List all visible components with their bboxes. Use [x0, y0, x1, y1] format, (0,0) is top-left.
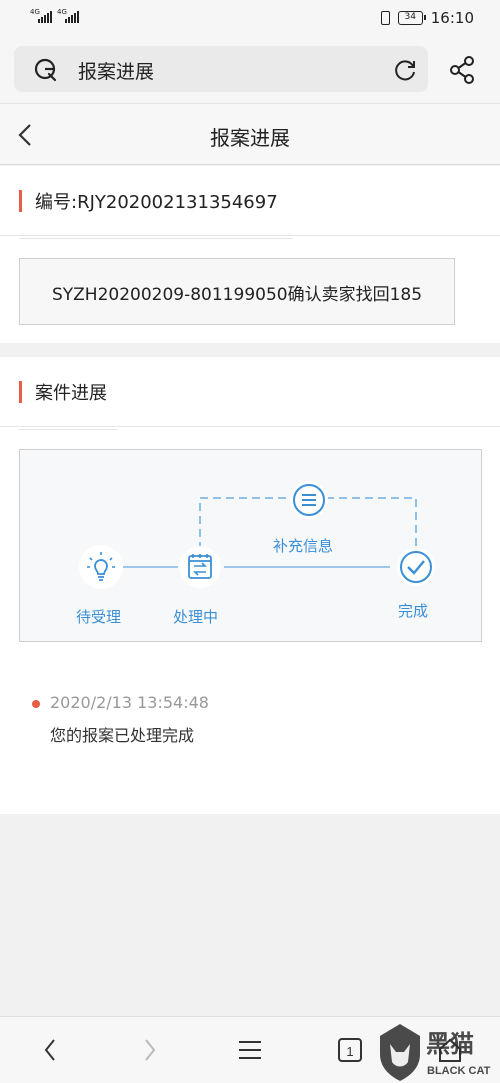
- timeline-time: 2020/2/13 13:54:48: [50, 693, 209, 712]
- case-info-card: 编号:RJY202002131354697 SYZH20200209-80119…: [0, 166, 500, 343]
- page-title: 报案进展: [210, 126, 290, 150]
- vibrate-icon: [380, 11, 390, 25]
- section-accent-bar: [19, 381, 22, 403]
- address-text[interactable]: 报案进展: [78, 57, 154, 84]
- check-icon: [397, 548, 435, 586]
- progress-flow-diagram: 待受理 处理中 补充信息 完成: [19, 449, 482, 642]
- refresh-icon[interactable]: [392, 57, 418, 83]
- menu-icon[interactable]: [236, 1035, 264, 1065]
- tabs-icon[interactable]: 1: [336, 1035, 364, 1065]
- clock: 16:10: [430, 9, 474, 27]
- timeline-message: 您的报案已处理完成: [50, 726, 195, 745]
- svg-text:BLACK CAT: BLACK CAT: [427, 1065, 491, 1077]
- case-number: 编号:RJY202002131354697: [35, 192, 278, 213]
- step-label-supplement: 补充信息: [273, 537, 334, 555]
- signal-bars-1-icon: [38, 11, 52, 23]
- battery-icon: 34: [397, 11, 426, 25]
- step-label-complete: 完成: [398, 602, 429, 620]
- back-nav-icon[interactable]: [40, 1035, 62, 1065]
- share-icon[interactable]: [449, 56, 477, 84]
- progress-header: 案件进展: [0, 357, 500, 427]
- case-description: SYZH20200209-801199050确认卖家找回185: [51, 285, 423, 305]
- search-engine-icon[interactable]: [33, 57, 59, 83]
- divider: [19, 238, 293, 239]
- step-label-processing: 处理中: [173, 608, 219, 626]
- step-label-pending: 待受理: [76, 608, 122, 626]
- browser-toolbar: 报案进展: [0, 36, 500, 102]
- page-header: 报案进展: [0, 103, 500, 165]
- signal-bars-2-icon: [65, 11, 79, 23]
- svg-text:1: 1: [346, 1044, 353, 1059]
- svg-text:黑猫: 黑猫: [426, 1030, 474, 1058]
- divider: [19, 429, 117, 430]
- status-bar: 4G 4G 34 16:10: [0, 0, 500, 36]
- lightbulb-icon: [79, 545, 123, 589]
- black-cat-watermark: 黑猫 BLACK CAT: [376, 1022, 500, 1083]
- calendar-swap-icon: [179, 546, 221, 588]
- case-number-header: 编号:RJY202002131354697: [0, 166, 500, 236]
- address-bar[interactable]: 报案进展: [14, 46, 428, 92]
- case-description-box: SYZH20200209-801199050确认卖家找回185: [19, 258, 455, 325]
- timeline-dot: [32, 700, 40, 708]
- black-cat-logo-icon: 黑猫 BLACK CAT: [380, 1024, 491, 1081]
- list-icon: [290, 481, 328, 519]
- progress-section-title: 案件进展: [35, 383, 107, 404]
- section-accent-bar: [19, 190, 22, 212]
- forward-nav-icon[interactable]: [138, 1035, 160, 1065]
- progress-card: 案件进展 待受理 处理中 补充信息 完成 2020/2/13 13:54:48 …: [0, 357, 500, 814]
